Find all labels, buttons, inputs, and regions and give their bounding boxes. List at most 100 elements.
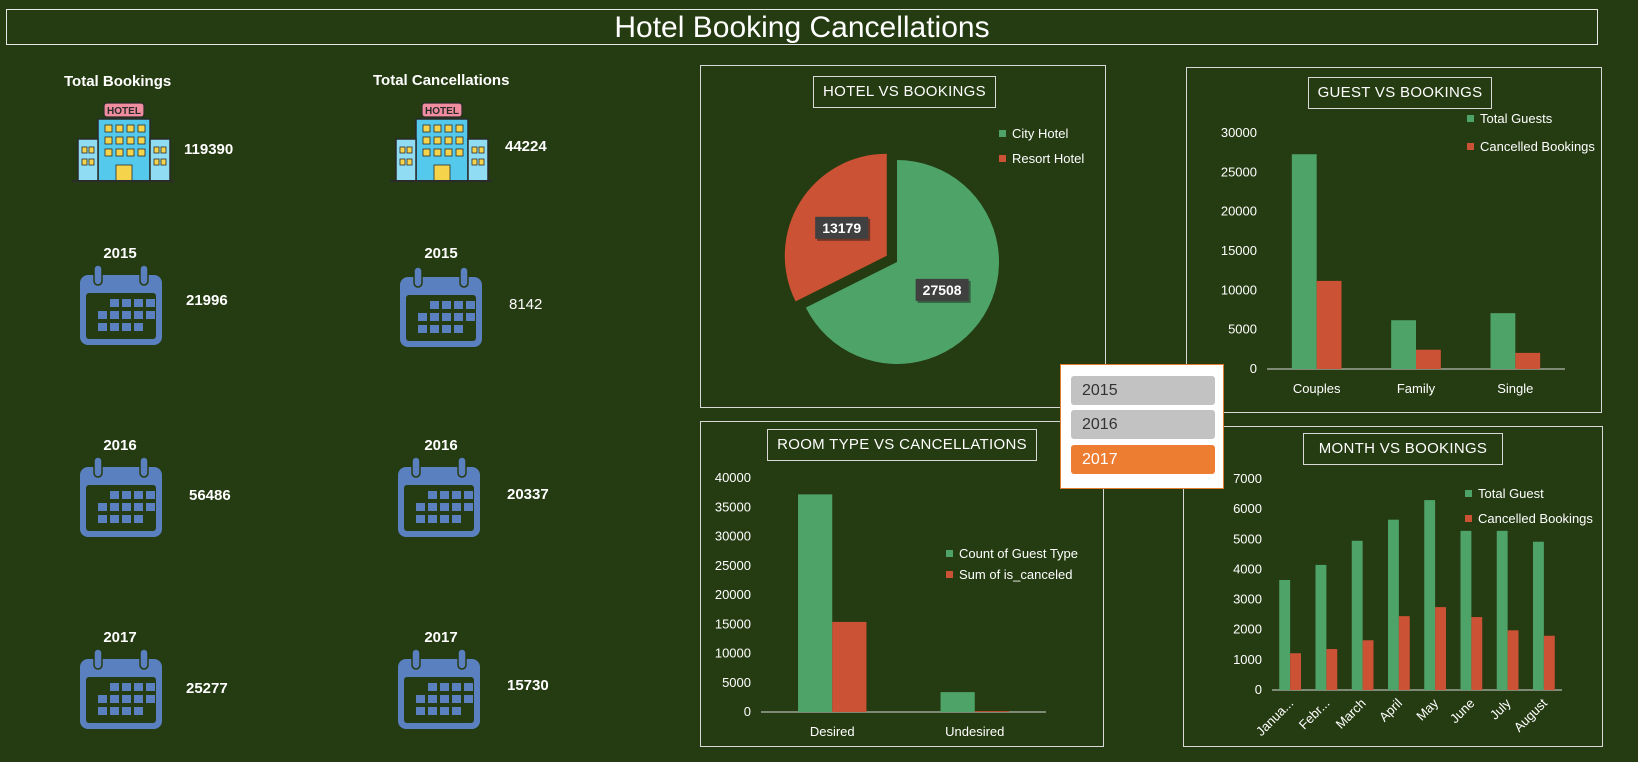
- room-type-vs-cancellations-bar-chart: 0 5000 10000 15000 20000 25000 30000 35000 40000…: [715, 470, 1078, 739]
- legend-swatch: [1467, 143, 1474, 150]
- cancellations-year-2016: 2016: [424, 437, 458, 454]
- cancellations-2017-value: 15730: [507, 677, 549, 694]
- bar-0-2: [1490, 313, 1516, 369]
- y-tick-label: 15000: [1221, 243, 1257, 258]
- slicer-item-2015[interactable]: 2015: [1071, 376, 1215, 405]
- y-tick-label: 1000: [1233, 652, 1262, 667]
- bookings-year-2016: 2016: [103, 437, 137, 454]
- y-tick-label: 25000: [715, 558, 751, 573]
- bar-0-7: [1533, 541, 1544, 690]
- bar-1-2: [1515, 352, 1541, 369]
- x-tick-label: March: [1333, 696, 1369, 732]
- hotel-vs-bookings-pie-chart: 27508 13179 City Hotel Resort Hotel: [784, 126, 1084, 364]
- bar-0-1: [1391, 320, 1416, 369]
- bar-1-1: [974, 711, 1009, 712]
- y-tick-label: 6000: [1233, 501, 1262, 516]
- legend-label: Total Guest: [1478, 486, 1544, 501]
- svg-text:13179: 13179: [822, 220, 861, 236]
- svg-text:HOTEL: HOTEL: [107, 106, 141, 117]
- year-slicer: 2015 2016 2017: [1060, 364, 1224, 489]
- bar-1-1: [1416, 349, 1441, 369]
- cancellations-year-2015: 2015: [424, 245, 458, 262]
- bar-0-2: [1351, 540, 1363, 690]
- bookings-2015-value: 21996: [186, 292, 228, 309]
- y-tick-label: 35000: [715, 499, 751, 514]
- hotel-vs-bookings-title: HOTEL VS BOOKINGS: [813, 76, 996, 108]
- y-tick-label: 7000: [1233, 471, 1262, 486]
- bar-1-7: [1543, 635, 1555, 690]
- month-vs-bookings-bar-chart: 0 1000 2000 3000 4000 5000 6000 7000 Janua... Feb…: [1233, 471, 1593, 739]
- bar-0-0: [1279, 579, 1291, 690]
- hotel-building-icon: HOTEL: [386, 99, 494, 190]
- legend-label: Cancelled Bookings: [1480, 139, 1595, 154]
- calendar-icon: [396, 648, 482, 736]
- y-tick-label: 25000: [1221, 164, 1257, 179]
- bar-0-5: [1460, 530, 1472, 690]
- bar-0-1: [1315, 564, 1327, 690]
- bar-1-4: [1435, 607, 1446, 690]
- svg-text:27508: 27508: [923, 282, 962, 298]
- month-vs-bookings-title: MONTH VS BOOKINGS: [1303, 433, 1503, 465]
- legend-swatch: [946, 550, 953, 557]
- cancellations-2016-value: 20337: [507, 486, 549, 503]
- bar-0-6: [1496, 530, 1508, 690]
- x-tick-label: July: [1487, 695, 1514, 722]
- legend-swatch: [1467, 115, 1474, 122]
- calendar-icon: [398, 266, 484, 354]
- bar-1-0: [1290, 653, 1301, 690]
- y-tick-label: 0: [744, 704, 751, 719]
- y-tick-label: 15000: [715, 616, 751, 631]
- x-tick-label: Single: [1497, 381, 1533, 396]
- slicer-item-2017[interactable]: 2017: [1071, 445, 1215, 474]
- legend-label: Count of Guest Type: [959, 546, 1078, 561]
- y-tick-label: 5000: [1233, 531, 1262, 546]
- x-tick-label: Couples: [1293, 381, 1341, 396]
- total-cancellations-label: Total Cancellations: [373, 72, 510, 89]
- bar-0-4: [1424, 500, 1436, 690]
- x-tick-label: April: [1376, 695, 1405, 724]
- legend-label: Sum of is_canceled: [959, 567, 1072, 582]
- slicer-item-2016[interactable]: 2016: [1071, 410, 1215, 439]
- x-tick-label: June: [1447, 696, 1478, 727]
- total-bookings-value: 119390: [184, 141, 234, 158]
- calendar-icon: [78, 264, 164, 352]
- calendar-icon: [78, 456, 164, 544]
- guest-vs-bookings-title: GUEST VS BOOKINGS: [1308, 77, 1492, 109]
- bookings-2016-value: 56486: [189, 487, 231, 504]
- legend-swatch: [946, 571, 953, 578]
- bar-0-0: [1291, 154, 1317, 369]
- pie-data-label: 27508: [915, 278, 971, 303]
- legend-swatch: [999, 130, 1006, 137]
- cancellations-year-2017: 2017: [424, 629, 458, 646]
- y-tick-label: 20000: [715, 587, 751, 602]
- svg-text:HOTEL: HOTEL: [425, 106, 459, 117]
- y-tick-label: 0: [1250, 361, 1257, 376]
- hotel-building-icon: HOTEL: [68, 99, 176, 190]
- calendar-icon: [78, 648, 164, 736]
- bar-1-2: [1362, 640, 1374, 690]
- y-tick-label: 20000: [1221, 204, 1257, 219]
- total-cancellations-value: 44224: [505, 138, 547, 155]
- calendar-icon: [396, 456, 482, 544]
- legend-swatch: [1465, 490, 1472, 497]
- bookings-year-2017: 2017: [103, 629, 137, 646]
- bookings-year-2015: 2015: [103, 245, 137, 262]
- x-tick-label: Febr...: [1296, 696, 1333, 733]
- bar-0-1: [940, 692, 975, 712]
- y-tick-label: 5000: [1228, 322, 1257, 337]
- legend-label: Total Guests: [1480, 111, 1553, 126]
- legend-label: Cancelled Bookings: [1478, 511, 1593, 526]
- x-tick-label: Janua...: [1253, 696, 1296, 739]
- bar-1-6: [1507, 630, 1519, 690]
- legend-swatch: [999, 155, 1006, 162]
- y-tick-label: 3000: [1233, 592, 1262, 607]
- y-tick-label: 0: [1255, 682, 1262, 697]
- hotel-vs-bookings-panel: 27508 13179 City Hotel Resort Hotel: [700, 65, 1106, 408]
- x-tick-label: Undesired: [945, 724, 1004, 739]
- dashboard-title: Hotel Booking Cancellations: [6, 9, 1598, 45]
- y-tick-label: 5000: [722, 675, 751, 690]
- x-tick-label: May: [1413, 695, 1441, 723]
- y-tick-label: 40000: [715, 470, 751, 485]
- bar-1-5: [1471, 617, 1483, 690]
- room-type-vs-cancellations-title: ROOM TYPE VS CANCELLATIONS: [767, 429, 1037, 461]
